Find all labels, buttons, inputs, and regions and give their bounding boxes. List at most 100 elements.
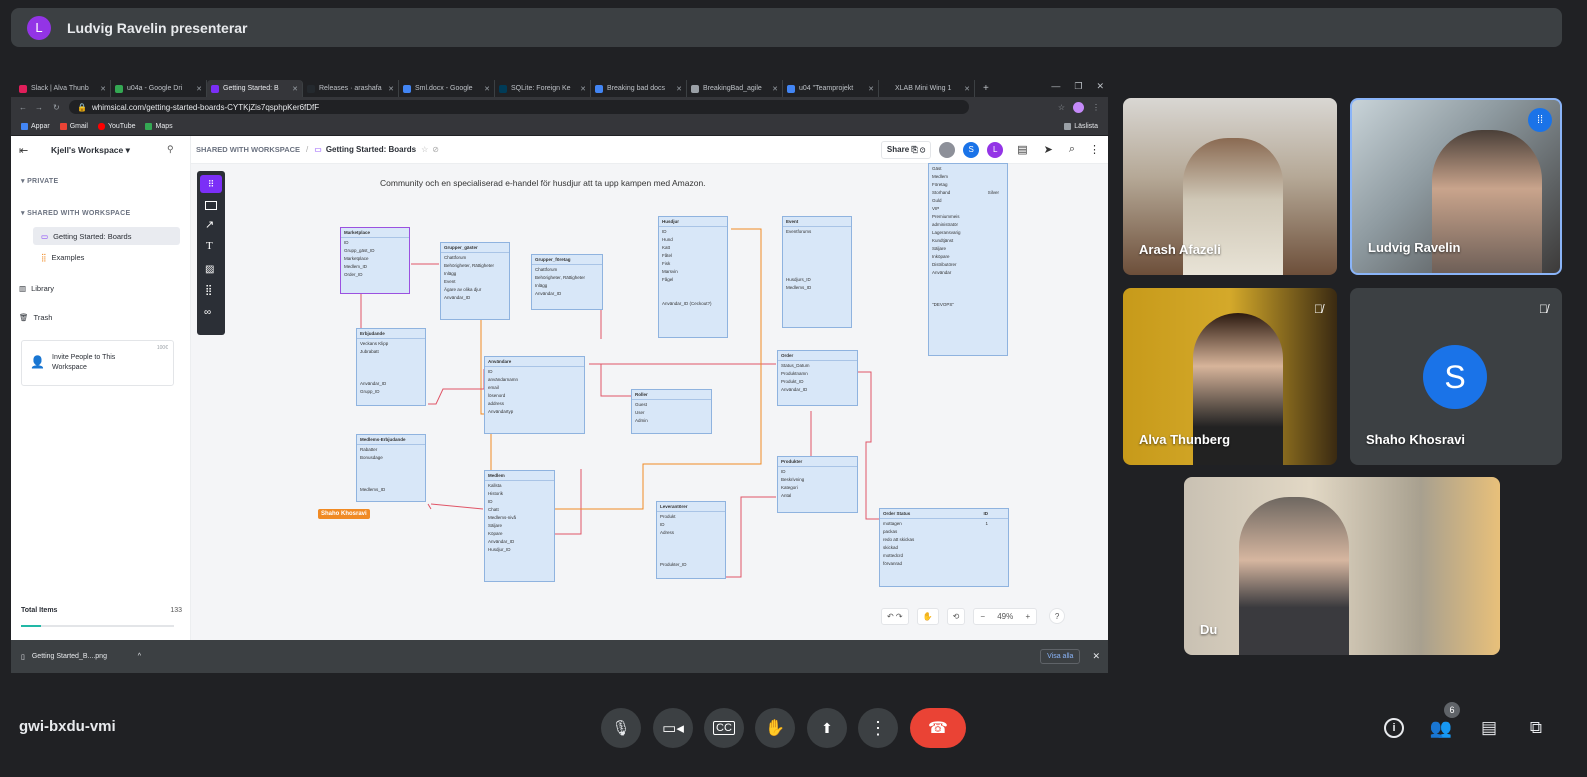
sidebar-item-examples[interactable]: ⣿ Examples bbox=[41, 253, 84, 262]
sidebar-item-library[interactable]: ▥ Library bbox=[19, 284, 54, 293]
menu-icon[interactable]: ⋮ bbox=[1092, 103, 1100, 112]
browser-tab[interactable]: XLAB Mini Wing 1 ✕ bbox=[879, 80, 975, 97]
zoom-out-icon[interactable]: − bbox=[980, 612, 985, 621]
er-table[interactable]: Marketplace ID Grupp_gäst_ID Marketplace … bbox=[340, 227, 410, 294]
people-icon[interactable]: 👥 bbox=[1429, 716, 1453, 740]
er-table[interactable]: Gäst Medlem Företag Storhand Silver Guld … bbox=[928, 163, 1008, 356]
private-section[interactable]: ▾ PRIVATE bbox=[21, 177, 58, 185]
participant-tile[interactable]: S 🎙̸ Shaho Khosravi bbox=[1350, 288, 1562, 465]
er-table[interactable]: Medlems-Erbjudande Rabatter Bonusdage Med… bbox=[356, 434, 426, 502]
participant-tile[interactable]: ⁞⁞ Ludvig Ravelin bbox=[1350, 98, 1562, 275]
sidebar-item-trash[interactable]: 🗑 Trash bbox=[19, 313, 52, 322]
send-icon[interactable]: ➤ bbox=[1044, 143, 1053, 156]
breadcrumb-root[interactable]: SHARED WITH WORKSPACE bbox=[196, 145, 300, 154]
er-table[interactable]: Leverantörer Produkt ID Adress Produkter_… bbox=[656, 501, 726, 579]
browser-tab[interactable]: Sml.docx - Google ✕ bbox=[399, 80, 495, 97]
participant-tile[interactable]: 🎙̸ Alva Thunberg bbox=[1123, 288, 1337, 465]
er-table[interactable]: Husdjur ID Hund Katt Fåtel Fisk Marsvin F… bbox=[658, 216, 728, 338]
close-window-icon[interactable]: ✕ bbox=[1096, 81, 1104, 92]
close-tab-icon[interactable]: ✕ bbox=[964, 85, 970, 93]
zoom-level[interactable]: 49% bbox=[997, 612, 1013, 621]
hand-icon[interactable]: ✋ bbox=[916, 607, 939, 625]
activities-icon[interactable]: ⧉ bbox=[1524, 716, 1548, 740]
minimize-icon[interactable]: — bbox=[1051, 81, 1060, 92]
more-icon[interactable]: ⋮ bbox=[1089, 143, 1100, 156]
close-tab-icon[interactable]: ✕ bbox=[196, 85, 202, 93]
participant-tile[interactable]: Du bbox=[1184, 477, 1500, 655]
share-button[interactable]: Share ⎘ ⊙ bbox=[880, 140, 932, 159]
browser-tab[interactable]: Slack | Alva Thunb ✕ bbox=[15, 80, 111, 97]
er-table[interactable]: Produkter ID Beskrivning Kategori Antal bbox=[777, 456, 858, 513]
workspace-switcher[interactable]: Kjell's Workspace ▾ bbox=[51, 145, 130, 156]
sidebar-item-board[interactable]: ▭ Getting Started: Boards bbox=[33, 227, 180, 245]
bookmark-youtube[interactable]: YouTube bbox=[97, 122, 135, 130]
reading-list[interactable]: Läslista bbox=[1064, 122, 1098, 130]
help-icon[interactable]: ? bbox=[1049, 608, 1066, 624]
avatar[interactable]: S bbox=[963, 141, 980, 158]
close-tab-icon[interactable]: ✕ bbox=[484, 85, 490, 93]
download-item[interactable]: ▯ Getting Started_B....png ^ bbox=[21, 653, 141, 661]
er-table[interactable]: Order Status mottagen 1 packas redo att sk… bbox=[879, 508, 1009, 587]
bookmark-gmail[interactable]: Gmail bbox=[59, 122, 88, 130]
browser-tab[interactable]: u04 "Teamprojekt ✕ bbox=[783, 80, 879, 97]
invite-card[interactable]: 👤 Invite People to This Workspace 100€ bbox=[21, 340, 174, 386]
er-table[interactable]: Roller Guest User Admin bbox=[631, 389, 712, 434]
board-canvas[interactable]: ⠿ ↗ T ▨ ⣿ ∞ Community och en specialiser… bbox=[191, 163, 1108, 640]
close-tab-icon[interactable]: ✕ bbox=[100, 85, 106, 93]
info-icon[interactable]: i bbox=[1382, 716, 1406, 740]
board-title[interactable]: Getting Started: Boards bbox=[326, 145, 416, 154]
er-table[interactable]: Medlem Kallsta Historik ID Chatt Medlems-… bbox=[484, 470, 555, 582]
er-table[interactable]: Grupper_företag Chattforum Behörigheter, … bbox=[531, 254, 603, 310]
search-icon[interactable]: ⌕ bbox=[1069, 143, 1075, 156]
camera-button[interactable]: ▭◂ bbox=[653, 708, 693, 748]
collapse-sidebar-icon[interactable]: ⇤ bbox=[19, 144, 28, 157]
close-tab-icon[interactable]: ✕ bbox=[868, 85, 874, 93]
bookmark-maps[interactable]: Maps bbox=[145, 122, 173, 130]
star-icon[interactable]: ☆ bbox=[1058, 103, 1065, 112]
close-tab-icon[interactable]: ✕ bbox=[772, 85, 778, 93]
close-tab-icon[interactable]: ✕ bbox=[676, 85, 682, 93]
er-table[interactable]: Event Eventforums Husdjurs_ID Medlems_ID bbox=[782, 216, 852, 328]
zoom-in-icon[interactable]: + bbox=[1025, 612, 1030, 621]
present-button[interactable]: ⬆ bbox=[807, 708, 847, 748]
close-downloads-icon[interactable]: ✕ bbox=[1092, 651, 1100, 662]
maximize-icon[interactable]: ❐ bbox=[1074, 81, 1082, 92]
chat-icon[interactable]: ▤ bbox=[1477, 716, 1501, 740]
leave-call-button[interactable]: ☎ bbox=[910, 708, 966, 748]
comment-icon[interactable]: ▤ bbox=[1017, 143, 1027, 156]
avatar[interactable] bbox=[939, 141, 956, 158]
shared-section[interactable]: ▾ SHARED WITH WORKSPACE bbox=[21, 209, 130, 217]
new-tab-icon[interactable]: + bbox=[983, 83, 989, 94]
avatar[interactable]: L bbox=[987, 141, 1004, 158]
undo-icon[interactable]: ↶ ↷ bbox=[881, 607, 909, 625]
pin-icon[interactable]: ⚲ bbox=[167, 144, 174, 155]
er-table[interactable]: Grupper_gäster Chattforum Behörigheter, R… bbox=[440, 242, 510, 320]
browser-tab[interactable]: SQLite: Foreign Ke ✕ bbox=[495, 80, 591, 97]
favorite-star-icon[interactable]: ☆ bbox=[421, 145, 428, 154]
er-table[interactable]: Användare ID användarnamn email lösenord … bbox=[484, 356, 585, 434]
browser-tab[interactable]: Getting Started: B ✕ bbox=[207, 80, 303, 97]
er-table[interactable]: Order Status_Datum Produktnamn Produkt_ID… bbox=[777, 350, 858, 406]
browser-tab[interactable]: Breaking bad docs ✕ bbox=[591, 80, 687, 97]
raise-hand-button[interactable]: ✋ bbox=[755, 708, 795, 748]
show-all-button[interactable]: Visa alla bbox=[1040, 649, 1081, 664]
browser-tab[interactable]: u04a - Google Dri ✕ bbox=[111, 80, 207, 97]
close-tab-icon[interactable]: ✕ bbox=[580, 85, 586, 93]
er-table[interactable]: Erbjudande Veckans Klipp Jubrabatt Använd… bbox=[356, 328, 426, 406]
browser-tab[interactable]: BreakingBad_agile ✕ bbox=[687, 80, 783, 97]
mic-button[interactable]: 🎙 bbox=[601, 708, 641, 748]
participant-tile[interactable]: Arash Afazeli bbox=[1123, 98, 1337, 275]
reload-icon[interactable]: ↻ bbox=[53, 103, 60, 112]
forward-icon[interactable]: → bbox=[35, 103, 43, 112]
bookmark-apps[interactable]: Appar bbox=[21, 122, 50, 130]
history-icon[interactable]: ⟲ bbox=[946, 607, 966, 625]
close-tab-icon[interactable]: ✕ bbox=[292, 85, 298, 93]
url-field[interactable]: 🔒 whimsical.com/getting-started-boards-CY… bbox=[69, 100, 969, 114]
captions-button[interactable]: CC bbox=[704, 708, 744, 748]
more-options-button[interactable]: ⋮ bbox=[858, 708, 898, 748]
back-icon[interactable]: ← bbox=[19, 103, 27, 112]
close-tab-icon[interactable]: ✕ bbox=[388, 85, 394, 93]
profile-icon[interactable] bbox=[1073, 101, 1084, 113]
browser-tab[interactable]: Releases · arashafa ✕ bbox=[303, 80, 399, 97]
chevron-up-icon[interactable]: ^ bbox=[138, 653, 141, 660]
